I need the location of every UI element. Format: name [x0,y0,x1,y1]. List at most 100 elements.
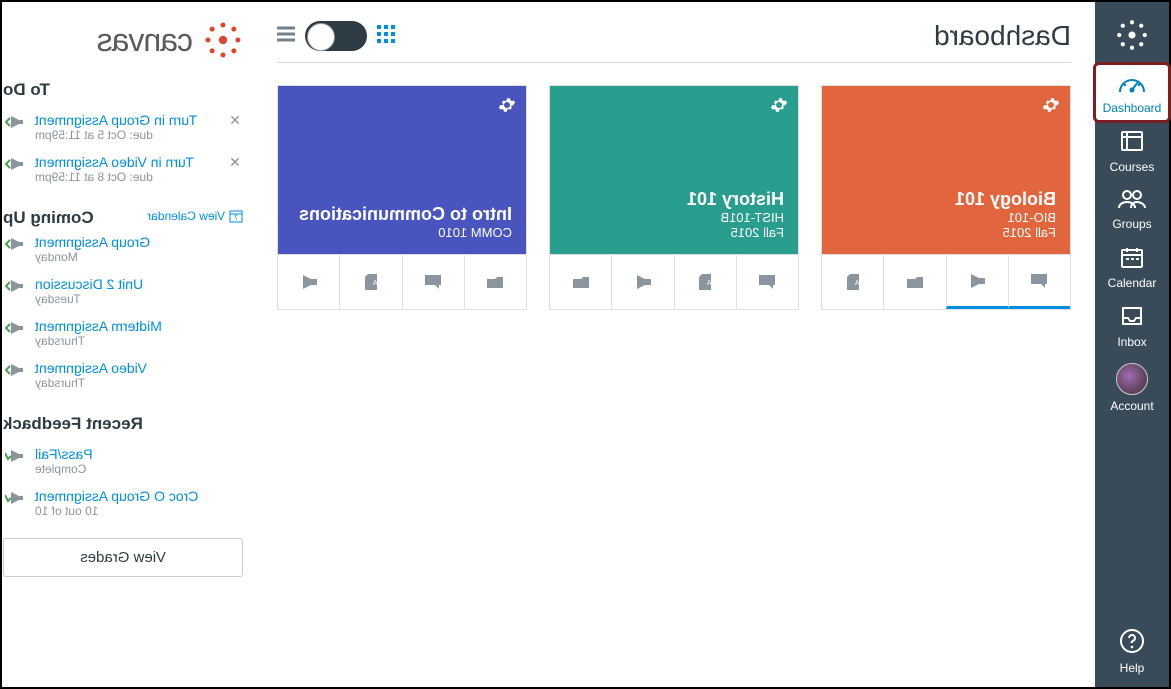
canvas-logo-icon [1115,18,1149,52]
assignments-icon[interactable]: A [822,255,883,309]
files-icon[interactable] [550,255,611,309]
nav-account[interactable]: Account [1095,355,1169,419]
course-card-biology[interactable]: Biology 101 BIO-101 2015 Fall A [821,85,1071,310]
assignment-icon [3,156,27,175]
course-code: BIO-101 [836,210,1056,225]
view-grades-button[interactable]: View Grades [3,538,243,577]
course-code: COMM 1010 [292,225,512,240]
dashboard-header: Dashboard [277,20,1071,63]
course-title: Biology 101 [836,189,1056,210]
help-icon [1119,628,1145,657]
assignment-icon [3,236,27,255]
recent-feedback-heading: Recent Feedback [3,414,243,434]
account-avatar [1116,363,1148,395]
svg-text:A: A [707,280,712,287]
feedback-meta: Complete [35,462,219,476]
announcements-icon[interactable] [946,255,1008,309]
feedback-meta: 10 out of 10 [35,504,219,518]
feedback-item: Pass/Fail Complete [3,440,243,482]
grid-view-icon[interactable] [377,25,395,48]
course-card-header: Biology 101 BIO-101 2015 Fall [822,86,1070,254]
coming-up-item: Unit 2 Discussion Tuesday [3,270,243,312]
assignments-icon[interactable]: A [339,255,401,309]
todo-item: ✕ Turn in Group Assignment due: Oct 5 at… [3,106,243,148]
svg-text:7: 7 [234,215,238,222]
coming-up-item: Midterm Assignment Thursday [3,312,243,354]
nav-courses[interactable]: Courses [1095,121,1169,180]
right-sidebar: canvas To Do ✕ Turn in Group Assignment … [0,2,253,687]
coming-up-item: Video Assignment Thursday [3,354,243,396]
nav-label: Groups [1112,217,1151,231]
todo-link[interactable]: Turn in Video Assignment [35,154,219,170]
nav-label: Courses [1110,160,1155,174]
announcements-icon[interactable] [278,255,339,309]
nav-groups[interactable]: Groups [1095,180,1169,237]
feedback-link[interactable]: Croc O Group Assignment [35,488,219,504]
todo-due: due: Oct 8 at 11:59pm [35,170,219,184]
nav-label: Help [1120,661,1145,675]
brand: canvas [3,20,243,60]
assignments-icon[interactable]: A [674,255,736,309]
gear-icon[interactable] [1042,96,1060,119]
assignment-icon [3,362,27,381]
feedback-link[interactable]: Pass/Fail [35,446,219,462]
todo-heading: To Do [3,80,243,100]
todo-link[interactable]: Turn in Group Assignment [35,112,219,128]
course-card-header: History 101 HIST-101B 2015 Fall [550,86,798,254]
nav-inbox[interactable]: Inbox [1095,296,1169,355]
check-icon [3,448,27,467]
nav-dashboard[interactable]: Dashboard [1095,64,1169,121]
nav-help[interactable]: Help [1095,620,1169,681]
brand-text: canvas [98,22,193,59]
course-title: History 101 [564,189,784,210]
recent-feedback-list: Pass/Fail Complete Croc O Group Assignme… [3,440,243,524]
coming-up-link[interactable]: Midterm Assignment [35,318,219,334]
discussions-icon[interactable] [402,255,464,309]
course-title: Intro to Communications [292,204,512,225]
view-calendar-link[interactable]: 7 View Calendar [147,209,243,223]
calendar-icon: 7 [229,209,243,223]
course-cards-container: Biology 101 BIO-101 2015 Fall A Hi [277,85,1071,310]
check-icon [3,490,27,509]
discussions-icon[interactable] [1008,255,1070,309]
nav-calendar[interactable]: Calendar [1095,237,1169,296]
coming-up-meta: Thursday [35,334,219,348]
list-view-icon[interactable] [277,26,295,47]
assignment-icon [3,278,27,297]
dashboard-view-toggle[interactable] [305,21,367,51]
coming-up-meta: Thursday [35,376,219,390]
svg-text:A: A [854,280,859,287]
svg-text:A: A [373,280,378,287]
coming-up-link[interactable]: Video Assignment [35,360,219,376]
todo-item: ✕ Turn in Video Assignment due: Oct 8 at… [3,148,243,190]
courses-icon [1119,129,1145,156]
coming-up-meta: Monday [35,250,219,264]
gear-icon[interactable] [498,96,516,119]
close-icon[interactable]: ✕ [227,154,243,171]
coming-up-link[interactable]: Unit 2 Discussion [35,276,219,292]
course-card-communications[interactable]: Intro to Communications COMM 1010 A [277,85,527,310]
nav-label: Account [1110,399,1153,413]
files-icon[interactable] [883,255,945,309]
close-icon[interactable]: ✕ [227,112,243,129]
canvas-logo-icon [203,20,243,60]
gear-icon[interactable] [770,96,788,119]
course-card-header: Intro to Communications COMM 1010 [278,86,526,254]
discussions-icon[interactable] [736,255,798,309]
coming-up-link[interactable]: Group Assignment [35,234,219,250]
coming-up-list: Group Assignment Monday Unit 2 Discussio… [3,228,243,396]
coming-up-item: Group Assignment Monday [3,228,243,270]
course-term: 2015 Fall [836,225,1056,240]
announcements-icon[interactable] [611,255,673,309]
course-card-tabs: A [822,254,1070,309]
dashboard-content: Dashboard Biology 101 BIO-101 [253,2,1095,687]
main-region: Dashboard Biology 101 BIO-101 [0,2,1095,687]
course-code: HIST-101B [564,210,784,225]
course-card-history[interactable]: History 101 HIST-101B 2015 Fall A [549,85,799,310]
files-icon[interactable] [464,255,526,309]
nav-label: Calendar [1108,276,1157,290]
coming-up-meta: Tuesday [35,292,219,306]
calendar-icon [1119,245,1145,272]
assignment-icon [3,114,27,133]
inbox-icon [1119,304,1145,331]
